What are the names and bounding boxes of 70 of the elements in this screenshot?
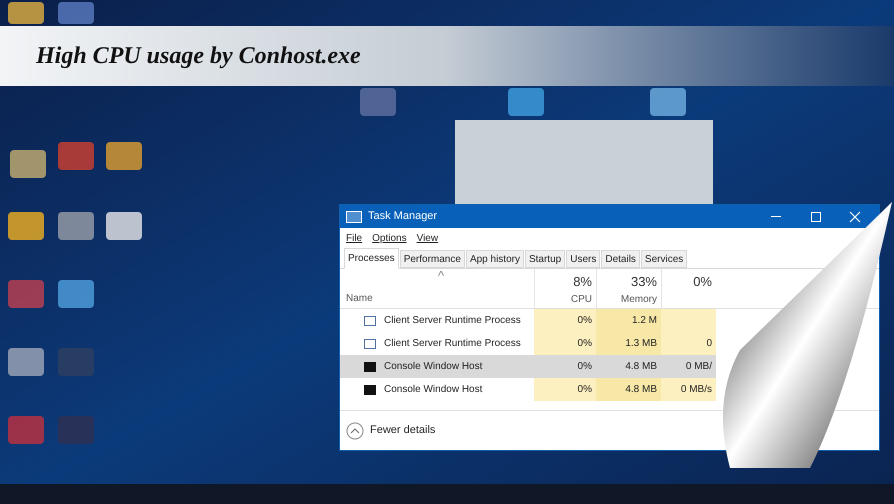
tab[interactable]: Processes [344,248,399,269]
blurred-icon[interactable] [8,348,44,376]
tab[interactable]: Users [566,250,600,268]
column-header[interactable]: 8% CPU [534,269,596,308]
blurred-icon[interactable] [106,142,142,170]
tab[interactable]: App history [466,250,524,268]
minimize-icon[interactable] [771,216,781,217]
blurred-icon[interactable] [58,280,94,308]
console-icon [364,362,376,372]
menu-item[interactable]: File [346,230,362,246]
column-label: CPU [570,292,592,306]
table-cell: 0 [661,332,716,355]
tab[interactable]: Startup [524,250,566,268]
process-row[interactable]: Console Window Host 0% 4.8 MB 0 MB/s [340,378,716,401]
blurred-icon[interactable] [58,212,94,240]
table-cell: 1.3 MB [596,332,661,355]
process-name: Client Server Runtime Process [384,314,521,328]
fewer-details-button[interactable]: Fewer details [346,422,436,440]
console-icon [364,384,376,394]
window-title: Task Manager [368,209,438,224]
process-name: Client Server Runtime Process [384,337,521,351]
tab[interactable]: Details [601,250,640,268]
column-header[interactable]: ^ Name [340,269,534,308]
column-header[interactable]: 0% [661,269,716,308]
menu-item[interactable]: Options [372,230,407,246]
blurred-icon[interactable] [58,348,94,376]
blurred-icon[interactable] [8,416,44,444]
process-row[interactable]: Console Window Host 0% 4.8 MB 0 MB/ [340,355,716,378]
table-cell: 1.2 M [596,309,661,332]
blurred-icon[interactable] [58,142,94,170]
column-percent: 0% [693,273,712,291]
blurred-icon[interactable] [8,2,44,24]
process-row[interactable]: Client Server Runtime Process 0% 1.3 MB 0 [340,332,716,355]
process-row[interactable]: Client Server Runtime Process 0% 1.2 M [340,309,716,332]
banner-title: High CPU usage by Conhost.exe [36,42,361,71]
table-cell: 4.8 MB [596,378,661,401]
column-header[interactable]: 33% Memory [596,269,661,308]
process-name: Console Window Host [384,360,482,374]
blurred-icon[interactable] [508,88,544,116]
blurred-icon[interactable] [8,280,44,308]
column-percent: 33% [630,273,657,291]
tab[interactable]: Services [640,250,688,268]
blurred-icon[interactable] [650,88,686,116]
blurred-icon[interactable] [106,212,142,240]
sort-indicator: ^ [436,269,444,283]
blurred-icon[interactable] [10,150,46,178]
table-cell: 0% [534,332,596,355]
menu-item[interactable]: View [416,230,438,246]
column-label: Memory [620,292,657,306]
window-icon [364,338,376,348]
tab[interactable]: Performance [400,250,465,268]
column-percent: 8% [573,273,592,291]
collapse-icon [346,422,364,440]
window-icon [364,316,376,326]
table-cell: 0 MB/s [661,378,716,401]
close-icon[interactable] [849,210,861,222]
blurred-icon[interactable] [58,2,94,24]
blurred-icon[interactable] [8,212,44,240]
process-name: Console Window Host [384,383,482,397]
table-cell: 0% [534,309,596,332]
task-manager-icon [346,210,362,222]
blurred-icon[interactable] [360,88,396,116]
table-cell: 0% [534,378,596,401]
maximize-icon[interactable] [811,212,821,222]
table-cell [661,309,716,332]
table-cell-text: 4.8 MB [624,360,658,374]
table-cell-text: 0% [576,360,593,374]
blurred-icon[interactable] [58,416,94,444]
table-cell-text: 0 MB/ [684,360,713,374]
column-label: Name [346,292,374,306]
